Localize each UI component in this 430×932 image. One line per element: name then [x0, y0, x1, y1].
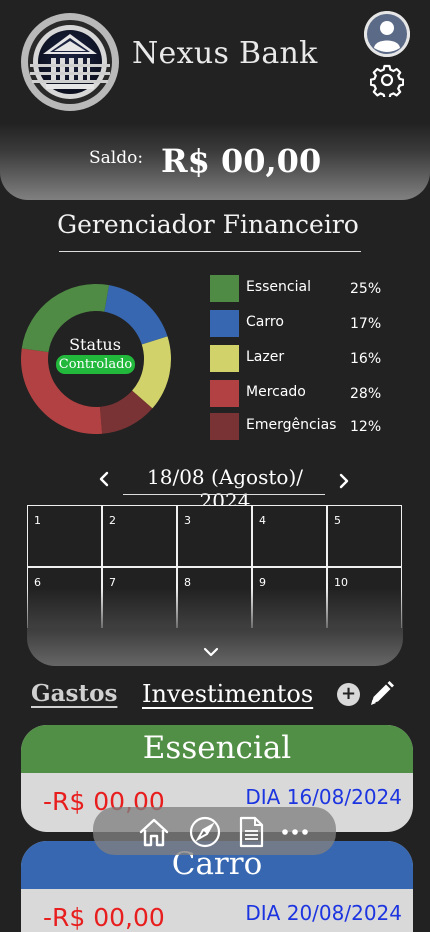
- legend-item: Lazer 16%: [210, 345, 410, 373]
- balance-panel: Saldo: R$ 00,00: [0, 124, 430, 200]
- legend-percent: 17%: [350, 316, 382, 332]
- more-icon[interactable]: [278, 815, 312, 849]
- calendar-day-number: 7: [109, 576, 116, 589]
- calendar-day[interactable]: 2: [102, 505, 177, 567]
- calendar-day-number: 1: [34, 514, 41, 527]
- legend-swatch: [210, 380, 239, 407]
- legend-label: Emergências: [246, 417, 337, 433]
- calendar-day[interactable]: 1: [27, 505, 102, 567]
- legend-swatch: [210, 275, 239, 302]
- app-header: Nexus Bank: [0, 0, 430, 130]
- home-icon[interactable]: [137, 815, 171, 849]
- expense-card-title: Essencial: [21, 725, 413, 773]
- legend-percent: 25%: [350, 281, 382, 297]
- balance-label: Saldo:: [89, 148, 144, 168]
- legend-label: Lazer: [246, 349, 285, 365]
- bottom-nav: [93, 807, 336, 855]
- gear-icon[interactable]: [370, 63, 404, 97]
- calendar-day-number: 3: [184, 514, 191, 527]
- calendar-day[interactable]: 10: [327, 567, 402, 629]
- chevron-left-icon[interactable]: [96, 468, 112, 490]
- calendar-day-number: 10: [334, 576, 348, 589]
- calendar-day[interactable]: 8: [177, 567, 252, 629]
- calendar-day-number: 9: [259, 576, 266, 589]
- expense-card-amount: -R$ 00,00: [43, 903, 165, 932]
- calendar-day[interactable]: 6: [27, 567, 102, 629]
- bank-name: Nexus Bank: [132, 36, 318, 71]
- bank-logo-icon: [21, 13, 119, 111]
- date-underline: [123, 494, 325, 495]
- expense-card-date: DIA 16/08/2024: [245, 785, 402, 809]
- legend-label: Mercado: [246, 384, 306, 400]
- calendar-day-number: 2: [109, 514, 116, 527]
- balance-value: R$ 00,00: [161, 142, 322, 180]
- calendar-day-number: 4: [259, 514, 266, 527]
- tab-gastos[interactable]: Gastos: [31, 680, 117, 707]
- legend-item: Essencial 25%: [210, 275, 410, 303]
- add-button[interactable]: +: [337, 683, 360, 706]
- tab-investimentos[interactable]: Investimentos: [142, 680, 313, 708]
- calendar-day-number: 6: [34, 576, 41, 589]
- edit-pencil-icon[interactable]: [368, 680, 395, 707]
- status-badge: Controlado: [56, 355, 135, 374]
- calendar-day[interactable]: 4: [252, 505, 327, 567]
- chevron-down-icon[interactable]: [203, 646, 219, 658]
- calendar-day-number: 8: [184, 576, 191, 589]
- status-label: Status: [69, 335, 121, 354]
- calendar-day[interactable]: 5: [327, 505, 402, 567]
- document-icon[interactable]: [234, 815, 268, 849]
- legend-percent: 12%: [350, 419, 382, 435]
- legend-percent: 16%: [350, 351, 382, 367]
- calendar-grid: 1 2 3 4 5 6 7 8 9 10: [27, 505, 403, 629]
- compass-icon[interactable]: [188, 815, 222, 849]
- legend-label: Essencial: [246, 279, 311, 295]
- calendar-day-number: 5: [334, 514, 341, 527]
- legend-item: Carro 17%: [210, 310, 410, 338]
- legend-item: Emergências 12%: [210, 413, 410, 441]
- calendar-day[interactable]: 7: [102, 567, 177, 629]
- expense-card-date: DIA 20/08/2024: [245, 901, 402, 925]
- calendar-day[interactable]: 3: [177, 505, 252, 567]
- legend-label: Carro: [246, 314, 284, 330]
- legend-swatch: [210, 413, 239, 440]
- page-title: Gerenciador Financeiro: [57, 210, 359, 239]
- legend-percent: 28%: [350, 386, 382, 402]
- calendar-day[interactable]: 9: [252, 567, 327, 629]
- chevron-right-icon[interactable]: [336, 470, 352, 492]
- user-avatar-icon[interactable]: [364, 11, 410, 57]
- legend-swatch: [210, 310, 239, 337]
- legend-item: Mercado 28%: [210, 380, 410, 408]
- legend-swatch: [210, 345, 239, 372]
- title-underline: [59, 251, 361, 252]
